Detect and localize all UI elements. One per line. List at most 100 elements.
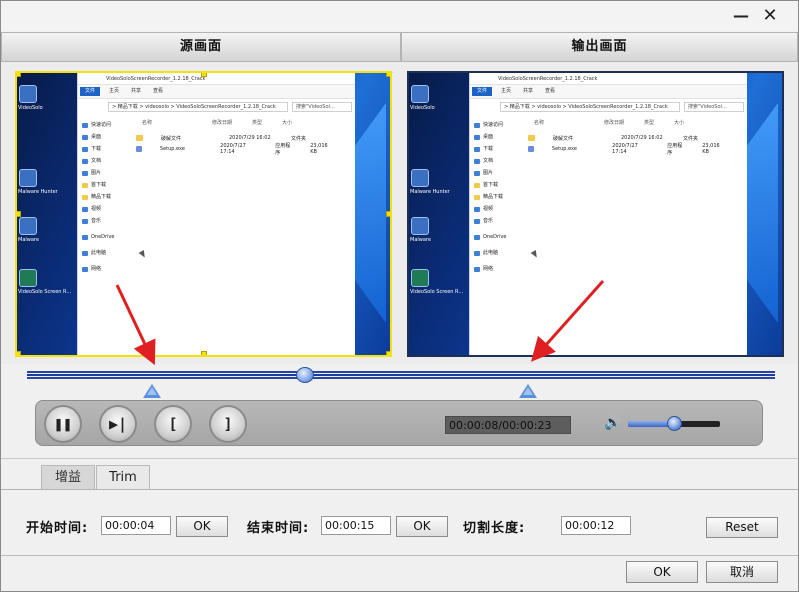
mark-in-button[interactable]: [ — [154, 405, 192, 443]
output-preview: VideoSolo Malware Hunter Malware VideoSo… — [407, 71, 784, 357]
minimize-button[interactable]: — — [729, 5, 753, 27]
timeline-playhead[interactable] — [296, 367, 314, 383]
nav-item: 桌面 — [82, 131, 130, 143]
start-time-label: 开始时间: — [26, 521, 89, 536]
ribbon-tab: 共享 — [130, 88, 141, 94]
nav-item: 网络 — [82, 263, 130, 275]
folder-icon — [82, 194, 88, 200]
explorer-column-headers: 名称 修改日期 类型 大小 — [132, 119, 332, 128]
source-preview-title: 源画面 — [1, 32, 401, 62]
tab-trim[interactable]: Trim — [96, 465, 150, 491]
folder-icon — [474, 194, 480, 200]
star-icon — [474, 122, 480, 128]
file-explorer-window: VideoSoloScreenRecorder_1.2.18_Crack 文件 … — [77, 73, 355, 355]
column-header: 名称 — [142, 120, 153, 126]
computer-icon — [474, 250, 480, 256]
time-display: 00:00:08/00:00:23 — [445, 416, 571, 434]
document-icon — [474, 158, 480, 164]
ribbon-tab: 查看 — [152, 88, 163, 94]
nav-item: 下载 — [474, 143, 522, 155]
desktop-icon-label: Malware Hunter — [410, 189, 450, 195]
explorer-search-box: 搜索"VideoSol... — [684, 102, 744, 112]
star-icon — [82, 122, 88, 128]
video-icon — [474, 206, 480, 212]
mark-out-button[interactable]: ] — [209, 405, 247, 443]
desktop-icon-label: Malware — [18, 237, 39, 243]
nav-item: 快速访问 — [82, 119, 130, 131]
nav-item: 文档 — [82, 155, 130, 167]
picture-icon — [82, 170, 88, 176]
start-time-ok-button[interactable]: OK — [176, 516, 228, 537]
nav-item: 音乐 — [474, 215, 522, 227]
explorer-title: VideoSoloScreenRecorder_1.2.18_Crack — [470, 73, 747, 85]
nav-item: OneDrive — [474, 231, 522, 243]
computer-icon — [82, 250, 88, 256]
dialog-footer: OK 取消 — [1, 555, 798, 591]
next-frame-button[interactable]: ▶| — [99, 405, 137, 443]
trim-start-marker[interactable] — [143, 384, 161, 398]
crop-handle[interactable] — [17, 351, 21, 355]
volume-knob[interactable] — [667, 416, 682, 431]
crop-handle[interactable] — [17, 211, 21, 217]
exe-file-icon — [528, 146, 534, 152]
end-time-label: 结束时间: — [247, 521, 310, 536]
nav-item: 首下载 — [82, 179, 130, 191]
video-icon — [82, 206, 88, 212]
tab-gain[interactable]: 增益 — [41, 465, 95, 491]
recorder-app-icon — [19, 269, 37, 287]
explorer-ribbon: 文件 主页 共享 查看 — [78, 85, 355, 99]
column-header: 修改日期 — [604, 120, 625, 126]
trim-dialog-window: — ✕ 源画面 输出画面 VideoSolo Malware Hunter Ma… — [0, 0, 799, 592]
music-icon — [82, 218, 88, 224]
file-row: 破解文件 2020/7/29 16:02 文件夹 — [524, 133, 724, 143]
nav-item: 网络 — [474, 263, 522, 275]
tab-strip: 增益 Trim — [1, 458, 798, 491]
explorer-nav-pane: 快速访问 桌面 下载 文档 图片 首下载 精品下载 视频 音乐 OneDrive… — [474, 119, 522, 275]
cut-length-input[interactable]: 00:00:12 — [561, 516, 631, 535]
folder-icon — [528, 135, 535, 141]
desktop-icon-label: VideoSolo — [18, 105, 43, 111]
source-preview[interactable]: VideoSolo Malware Hunter Malware VideoSo… — [15, 71, 392, 357]
close-button[interactable]: ✕ — [758, 5, 782, 27]
explorer-title: VideoSoloScreenRecorder_1.2.18_Crack — [78, 73, 355, 85]
desktop-app-icon — [19, 85, 37, 103]
pause-button[interactable]: ❚❚ — [44, 405, 82, 443]
end-time-ok-button[interactable]: OK — [396, 516, 448, 537]
music-icon — [474, 218, 480, 224]
desktop-icon-label: VideoSolo Screen R... — [18, 289, 72, 295]
end-time-input[interactable]: 00:00:15 — [321, 516, 391, 535]
reset-button[interactable]: Reset — [706, 517, 778, 538]
ok-button[interactable]: OK — [626, 561, 698, 583]
column-header: 大小 — [282, 120, 293, 126]
download-icon — [82, 146, 88, 152]
desktop-app-icon — [411, 85, 429, 103]
document-icon — [82, 158, 88, 164]
crop-handle[interactable] — [17, 73, 21, 77]
trim-panel: 开始时间: 00:00:04 OK 结束时间: 00:00:15 OK 切割长度… — [1, 489, 798, 555]
desktop-icon-label: VideoSolo — [410, 105, 435, 111]
mouse-cursor-icon — [138, 249, 148, 260]
nav-item: 桌面 — [474, 131, 522, 143]
ribbon-tab: 查看 — [544, 88, 555, 94]
shield-icon — [19, 169, 37, 187]
start-time-input[interactable]: 00:00:04 — [101, 516, 171, 535]
mouse-cursor-icon — [530, 249, 540, 260]
crop-handle[interactable] — [386, 211, 390, 217]
nav-item: 视频 — [474, 203, 522, 215]
crop-handle[interactable] — [386, 351, 390, 355]
shield-icon — [19, 217, 37, 235]
crop-handle[interactable] — [201, 73, 207, 77]
trim-end-marker[interactable] — [519, 384, 537, 398]
ribbon-tab: 主页 — [108, 88, 119, 94]
volume-slider[interactable] — [628, 416, 720, 431]
crop-handle[interactable] — [386, 73, 390, 77]
cancel-button[interactable]: 取消 — [706, 561, 778, 583]
volume-icon[interactable]: 🔊 — [604, 415, 621, 431]
explorer-nav-pane: 快速访问 桌面 下载 文档 图片 首下载 精品下载 视频 音乐 OneDrive… — [82, 119, 130, 275]
cut-length-label: 切割长度: — [463, 521, 526, 536]
crop-handle[interactable] — [201, 351, 207, 355]
preview-area: VideoSolo Malware Hunter Malware VideoSo… — [1, 62, 798, 364]
ribbon-tab: 主页 — [500, 88, 511, 94]
timeline-slider[interactable] — [27, 367, 775, 383]
nav-item: 下载 — [82, 143, 130, 155]
